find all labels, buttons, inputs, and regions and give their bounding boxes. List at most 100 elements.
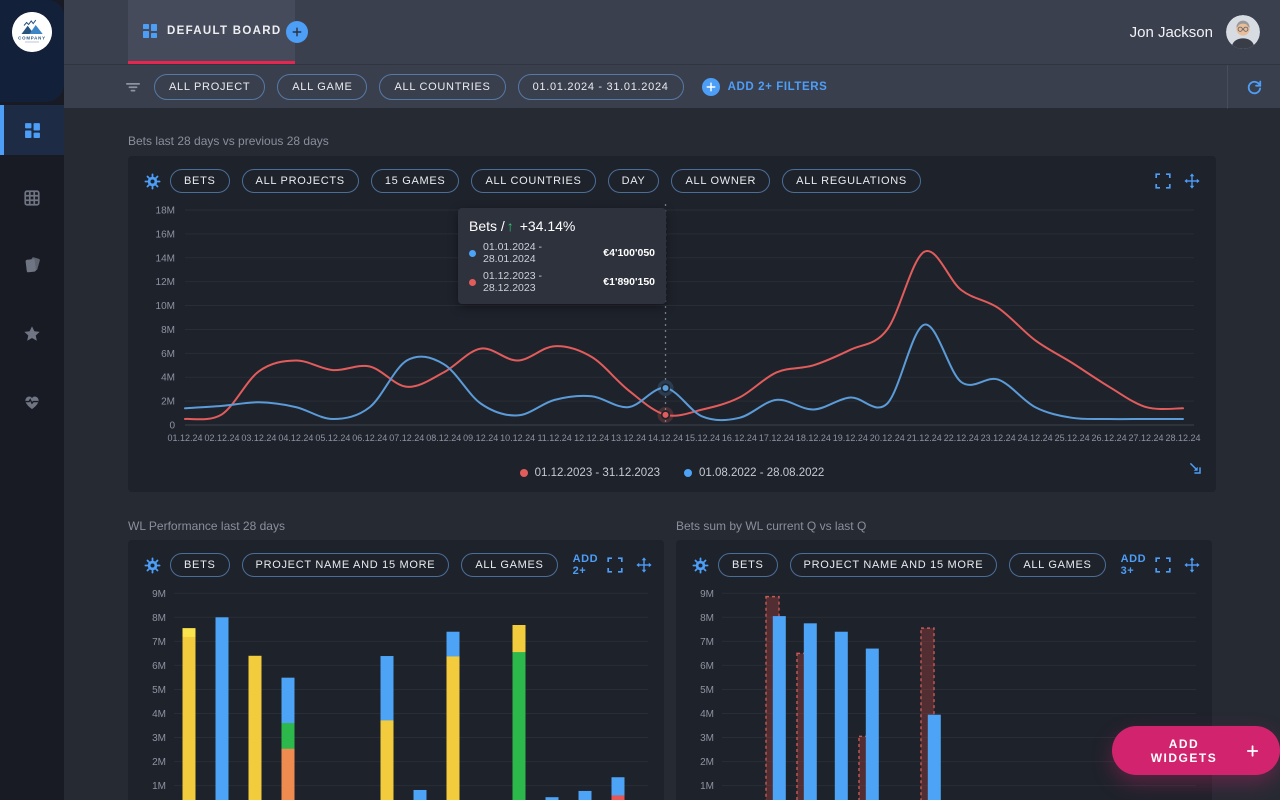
sidebar-item-favorites[interactable]	[0, 309, 64, 359]
move-icon[interactable]	[1184, 557, 1200, 573]
plus-circle-icon	[702, 78, 720, 96]
cards-icon	[23, 256, 41, 274]
filter-chip[interactable]: 01.01.2024 - 31.01.2024	[518, 74, 684, 100]
svg-text:11.12.24: 11.12.24	[537, 433, 571, 443]
svg-text:4M: 4M	[152, 709, 166, 720]
svg-text:17.12.24: 17.12.24	[759, 433, 794, 443]
tooltip-rows: 01.01.2024 - 28.01.2024€4'100'05001.12.2…	[469, 241, 655, 294]
filter-chip[interactable]: 15 GAMES	[371, 169, 460, 193]
svg-text:4M: 4M	[161, 373, 175, 384]
sidebar-item-health[interactable]	[0, 377, 64, 427]
tooltip-title: Bets /↑ +34.14%	[469, 218, 655, 234]
filter-chip[interactable]: ALL COUNTRIES	[379, 74, 505, 100]
legend-item[interactable]: 01.08.2022 - 28.08.2022	[684, 467, 824, 479]
svg-text:7M: 7M	[700, 637, 714, 648]
svg-text:3M: 3M	[152, 733, 166, 744]
widget-filter-chips: BETS PROJECT NAME AND 15 MORE ALL GAMES	[170, 553, 558, 577]
widget-bets-line-chart: BETS ALL PROJECTS 15 GAMES ALL COUNTRIES DAY…	[128, 156, 1216, 492]
svg-text:1M: 1M	[152, 781, 166, 792]
svg-text:10M: 10M	[156, 301, 175, 312]
fullscreen-icon[interactable]	[1155, 557, 1171, 573]
svg-text:23.12.24: 23.12.24	[981, 433, 1016, 443]
widget-header: BETS ALL PROJECTS 15 GAMES ALL COUNTRIES DAY…	[128, 156, 1216, 193]
svg-text:3M: 3M	[700, 733, 714, 744]
add-board-button[interactable]	[286, 21, 308, 43]
add-filter-link[interactable]: ADD 3+	[1121, 553, 1147, 577]
user-menu[interactable]: Jon Jackson	[1130, 0, 1260, 64]
up-arrow-icon: ↑	[505, 218, 516, 234]
fullscreen-icon[interactable]	[607, 557, 623, 573]
dashboard-icon	[24, 122, 41, 139]
svg-text:24.12.24: 24.12.24	[1018, 433, 1053, 443]
filter-chip[interactable]: PROJECT NAME AND 15 MORE	[790, 553, 998, 577]
filter-chip[interactable]: ALL REGULATIONS	[782, 169, 921, 193]
mountain-logo-icon: COMPANY	[12, 12, 52, 52]
widget-settings-button[interactable]	[692, 557, 709, 574]
section-title-bets: Bets last 28 days vs previous 28 days	[128, 134, 329, 148]
svg-text:19.12.24: 19.12.24	[833, 433, 868, 443]
filter-chip[interactable]: ALL GAME	[277, 74, 367, 100]
widget-settings-button[interactable]	[144, 557, 161, 574]
add-filters-button[interactable]: ADD 2+ FILTERS	[702, 78, 828, 96]
filter-chip[interactable]: ALL COUNTRIES	[471, 169, 595, 193]
svg-text:COMPANY: COMPANY	[18, 36, 46, 41]
svg-text:16M: 16M	[156, 229, 175, 240]
sidebar-item-widgets[interactable]	[0, 173, 64, 223]
widget-actions	[1155, 173, 1200, 189]
gear-icon	[144, 173, 161, 190]
tab-default-board[interactable]: DEFAULT BOARD	[128, 0, 295, 64]
legend-item[interactable]: 01.12.2023 - 31.12.2023	[520, 467, 660, 479]
legend-dot	[520, 469, 528, 477]
svg-text:16.12.24: 16.12.24	[722, 433, 757, 443]
svg-text:5M: 5M	[700, 685, 714, 696]
svg-text:18.12.24: 18.12.24	[796, 433, 831, 443]
filter-chip[interactable]: ALL GAMES	[461, 553, 557, 577]
add-filter-link[interactable]: ADD 2+	[573, 553, 599, 577]
sidebar-item-dashboards[interactable]	[0, 105, 64, 155]
filter-chip[interactable]: BETS	[170, 553, 230, 577]
move-icon[interactable]	[636, 557, 652, 573]
svg-text:26.12.24: 26.12.24	[1092, 433, 1127, 443]
filter-chip[interactable]: ALL PROJECT	[154, 74, 265, 100]
svg-text:8M: 8M	[152, 613, 166, 624]
section-title-wl: WL Performance last 28 days	[128, 519, 285, 533]
svg-text:12.12.24: 12.12.24	[574, 433, 609, 443]
svg-text:9M: 9M	[152, 589, 166, 600]
tooltip-row: 01.01.2024 - 28.01.2024€4'100'050	[469, 241, 655, 265]
plus-icon	[1245, 743, 1260, 759]
bets-line-chart[interactable]: 02M4M6M8M10M12M14M16M18M01.12.2402.12.24…	[128, 156, 1216, 492]
svg-text:21.12.24: 21.12.24	[907, 433, 942, 443]
sidebar-item-reports[interactable]	[0, 240, 64, 290]
add-filters-label: ADD 2+ FILTERS	[728, 81, 828, 93]
chart-legend: 01.12.2023 - 31.12.2023 01.08.2022 - 28.0…	[128, 467, 1216, 479]
refresh-button[interactable]	[1227, 65, 1280, 109]
fullscreen-icon[interactable]	[1155, 173, 1171, 189]
filter-chip[interactable]: ALL OWNER	[671, 169, 770, 193]
svg-text:13.12.24: 13.12.24	[611, 433, 646, 443]
svg-text:09.12.24: 09.12.24	[463, 433, 498, 443]
gear-icon	[144, 557, 161, 574]
svg-text:20.12.24: 20.12.24	[870, 433, 905, 443]
avatar[interactable]	[1226, 15, 1260, 49]
filter-chip[interactable]: ALL GAMES	[1009, 553, 1105, 577]
filter-chip[interactable]: DAY	[608, 169, 660, 193]
svg-text:05.12.24: 05.12.24	[315, 433, 350, 443]
filter-chip[interactable]: PROJECT NAME AND 15 MORE	[242, 553, 450, 577]
filter-chip[interactable]: ALL PROJECTS	[242, 169, 359, 193]
filter-chip[interactable]: BETS	[718, 553, 778, 577]
add-widgets-button[interactable]: ADD WIDGETS	[1112, 726, 1280, 775]
svg-text:6M: 6M	[152, 661, 166, 672]
filter-icon[interactable]	[124, 78, 142, 96]
add-widgets-label: ADD WIDGETS	[1136, 737, 1232, 765]
svg-text:25.12.24: 25.12.24	[1055, 433, 1090, 443]
company-logo[interactable]: COMPANY	[12, 12, 52, 52]
svg-text:12M: 12M	[156, 277, 175, 288]
widget-wl-performance: BETS PROJECT NAME AND 15 MORE ALL GAMES AD…	[128, 540, 664, 800]
svg-text:06.12.24: 06.12.24	[352, 433, 387, 443]
svg-text:8M: 8M	[700, 613, 714, 624]
move-icon[interactable]	[1184, 173, 1200, 189]
svg-text:10.12.24: 10.12.24	[500, 433, 535, 443]
filter-chip[interactable]: BETS	[170, 169, 230, 193]
wl-performance-bar-chart[interactable]: 1M2M3M4M5M6M7M8M9M	[128, 540, 664, 800]
widget-settings-button[interactable]	[144, 173, 161, 190]
